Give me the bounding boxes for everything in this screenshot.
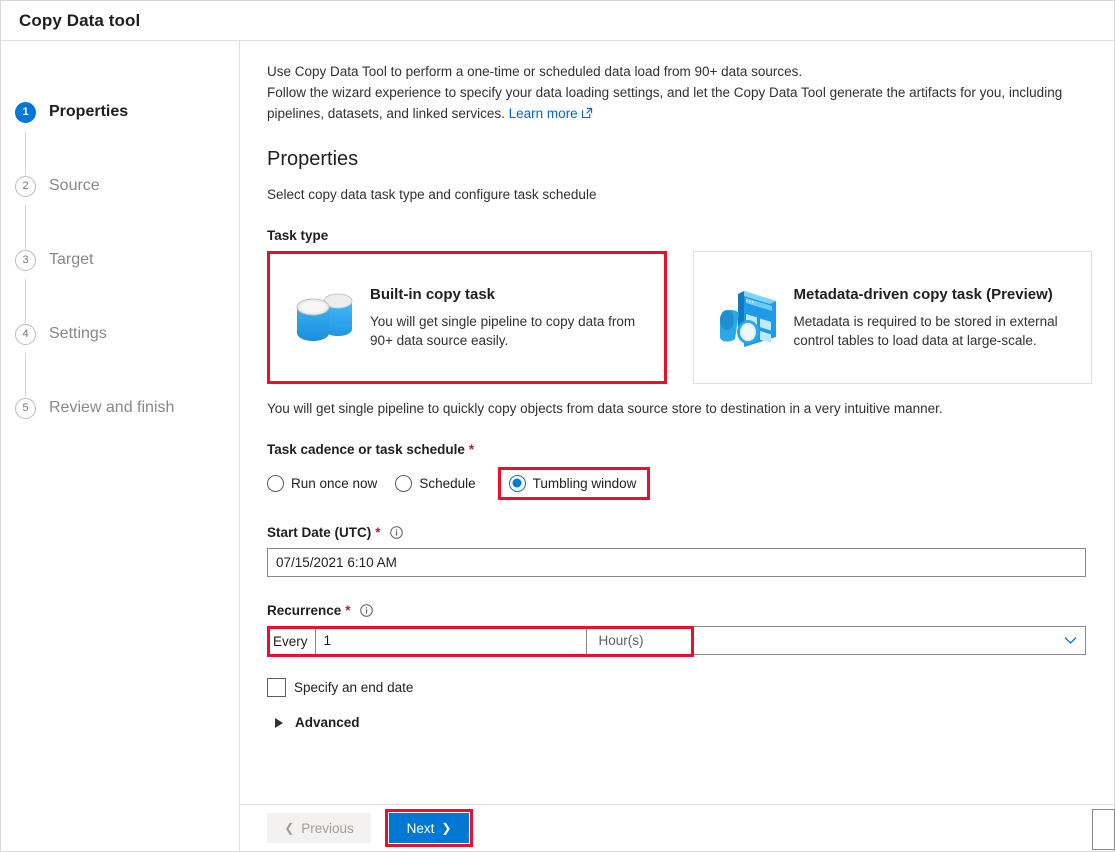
recurrence-unit-select[interactable]: Hour(s) [589, 626, 1086, 655]
wizard-footer: ❮ Previous Next ❯ [240, 804, 1115, 851]
step-connector [25, 131, 26, 175]
recurrence-label-text: Recurrence [267, 603, 342, 618]
required-asterisk: * [345, 603, 351, 618]
window-body: 1 Properties 2 Source 3 Target 4 Setting… [1, 41, 1115, 851]
radio-indicator [395, 474, 413, 492]
recurrence-every-label: Every [273, 634, 308, 649]
task-type-card-built-in-copy[interactable]: Built-in copy task You will get single p… [267, 251, 667, 384]
sidebar-item-label: Target [49, 251, 94, 268]
chevron-left-icon: ❮ [284, 821, 295, 835]
task-type-card-title: Metadata-driven copy task (Preview) [793, 285, 1053, 303]
advanced-toggle[interactable]: Advanced [275, 715, 1092, 730]
radio-label: Tumbling window [532, 475, 637, 491]
chevron-right-icon: ❯ [441, 821, 452, 835]
intro-paragraph: Use Copy Data Tool to perform a one-time… [267, 61, 1092, 125]
copy-data-tool-window: Copy Data tool 1 Properties 2 Source 3 T… [0, 0, 1115, 852]
step-connector [25, 205, 26, 249]
intro-line-1: Use Copy Data Tool to perform a one-time… [267, 64, 803, 79]
step-number-badge: 5 [15, 397, 36, 419]
learn-more-link[interactable]: Learn more [509, 106, 578, 121]
chevron-right-icon [275, 717, 283, 728]
step-connector [25, 353, 26, 397]
task-type-card-group: Built-in copy task You will get single p… [267, 251, 1092, 384]
wizard-steps-sidebar: 1 Properties 2 Source 3 Target 4 Setting… [1, 41, 240, 851]
external-link-icon [581, 104, 593, 125]
radio-label: Schedule [419, 475, 476, 491]
chevron-down-icon [1064, 634, 1077, 648]
cadence-label-text: Task cadence or task schedule [267, 442, 465, 457]
recurrence-row: Every Hour(s) [267, 626, 1086, 657]
task-type-card-description: Metadata is required to be stored in ext… [793, 313, 1058, 348]
page-title: Properties [267, 148, 359, 170]
specify-end-date-checkbox[interactable]: Specify an end date [267, 678, 1092, 697]
previous-button[interactable]: ❮ Previous [267, 813, 371, 843]
recurrence-label: Recurrence * [267, 603, 1092, 618]
step-number-badge: 4 [15, 323, 36, 345]
page-subtitle: Select copy data task type and configure… [267, 187, 597, 202]
recurrence-interval-input[interactable] [314, 626, 587, 655]
task-type-card-body: Built-in copy task You will get single p… [370, 286, 648, 350]
sidebar-item-source[interactable]: 2 Source [1, 171, 239, 201]
cadence-radio-group: Run once now Schedule Tumbling window [267, 466, 1092, 500]
sidebar-item-properties[interactable]: 1 Properties [1, 97, 239, 127]
checkbox-indicator [267, 678, 286, 697]
next-button-highlight: Next ❯ [385, 809, 473, 847]
required-asterisk: * [375, 525, 381, 540]
previous-button-label: Previous [301, 820, 354, 836]
radio-tumbling-window[interactable]: Tumbling window [497, 466, 651, 500]
info-circle-icon[interactable] [359, 604, 373, 617]
recurrence-unit-value: Hour(s) [598, 633, 644, 648]
advanced-label: Advanced [295, 715, 360, 730]
task-type-label-text: Task type [267, 228, 329, 243]
start-date-input[interactable] [267, 548, 1086, 577]
properties-form: Use Copy Data Tool to perform a one-time… [240, 41, 1114, 804]
sidebar-item-target[interactable]: 3 Target [1, 245, 239, 275]
task-type-label: Task type [267, 228, 1092, 243]
cadence-label: Task cadence or task schedule * [267, 442, 1092, 457]
start-date-label: Start Date (UTC) * [267, 525, 1092, 540]
main-panel: Use Copy Data Tool to perform a one-time… [240, 41, 1115, 851]
task-type-card-description: You will get single pipeline to copy dat… [370, 313, 636, 348]
intro-line-2: Follow the wizard experience to specify … [267, 85, 1063, 121]
info-circle-icon[interactable] [389, 526, 403, 539]
step-number-badge: 1 [15, 101, 36, 123]
sidebar-item-label: Settings [49, 325, 107, 342]
task-type-card-body: Metadata-driven copy task (Preview) Meta… [794, 286, 1072, 350]
next-button-label: Next [406, 820, 435, 836]
sidebar-item-label: Properties [49, 103, 129, 120]
sidebar-item-label: Source [49, 177, 100, 194]
radio-run-once-now[interactable]: Run once now [267, 474, 378, 492]
sidebar-item-review-and-finish[interactable]: 5 Review and finish [1, 393, 239, 423]
checkbox-label: Specify an end date [294, 680, 414, 695]
radio-indicator [267, 474, 284, 492]
corner-partial-button[interactable] [1092, 809, 1115, 850]
next-button[interactable]: Next ❯ [389, 813, 469, 843]
radio-indicator [508, 474, 526, 492]
window-title: Copy Data tool [19, 10, 141, 30]
start-date-label-text: Start Date (UTC) [267, 525, 372, 540]
radio-schedule[interactable]: Schedule [395, 474, 476, 492]
required-asterisk: * [468, 442, 475, 457]
radio-label: Run once now [291, 475, 378, 491]
task-type-card-metadata-driven[interactable]: Metadata-driven copy task (Preview) Meta… [692, 251, 1092, 384]
sidebar-item-settings[interactable]: 4 Settings [1, 319, 239, 349]
sidebar-item-label: Review and finish [49, 399, 175, 416]
metadata-table-magnifier-icon [710, 285, 788, 351]
window-titlebar: Copy Data tool [1, 1, 1114, 41]
step-connector [25, 279, 26, 323]
task-type-card-title: Built-in copy task [370, 285, 496, 303]
step-number-badge: 3 [15, 249, 36, 271]
task-type-note: You will get single pipeline to quickly … [267, 401, 943, 416]
step-number-badge: 2 [15, 175, 36, 197]
database-cylinders-icon [286, 287, 364, 349]
